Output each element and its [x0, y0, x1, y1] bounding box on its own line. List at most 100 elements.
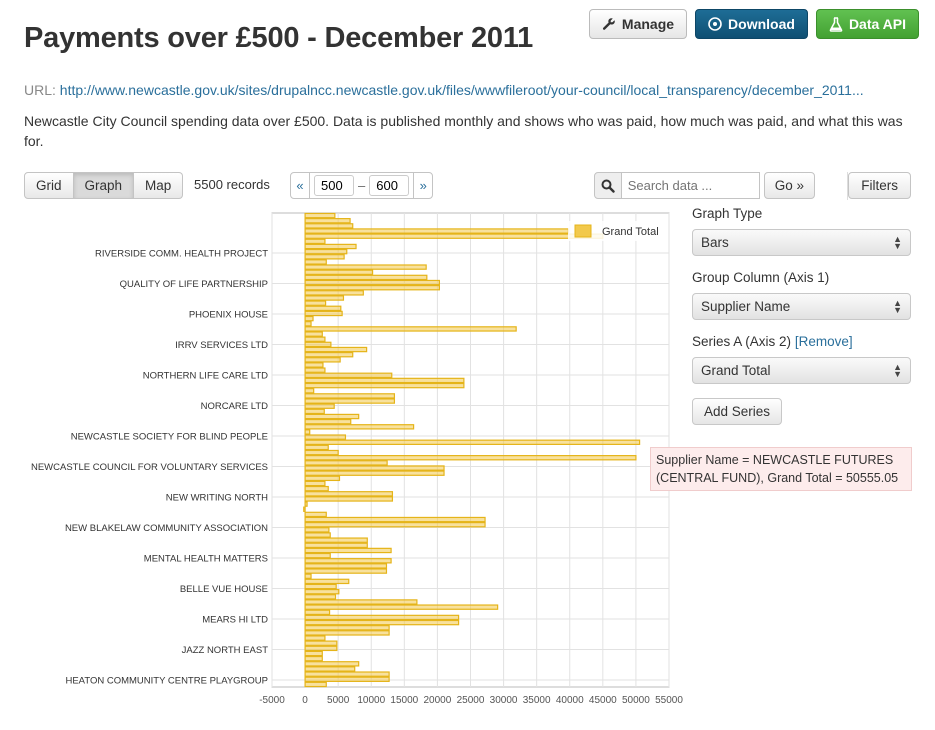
bar [304, 619, 460, 626]
range-from-input[interactable] [314, 175, 354, 196]
search-input[interactable] [621, 172, 760, 199]
view-map-button[interactable]: Map [134, 172, 184, 199]
data-api-label: Data API [848, 16, 906, 32]
search-form: Go » [593, 172, 815, 199]
filters-button[interactable]: Filters [848, 172, 911, 199]
bar-chart: -5000 0 5000 10000 15000 20000 25000 30000 35000… [31, 212, 683, 706]
x-tick-label: 20000 [424, 695, 452, 706]
pager-next-button[interactable]: » [413, 172, 434, 199]
bar [304, 233, 604, 239]
bar [304, 491, 394, 497]
category-label: NEWCASTLE COUNCIL FOR VOLUNTARY SERVICES [31, 462, 268, 473]
go-button[interactable]: Go » [763, 172, 815, 199]
bar [304, 455, 637, 461]
category-label: BELLE VUE HOUSE [180, 584, 268, 595]
bar [304, 424, 415, 430]
flask-icon [829, 16, 843, 32]
category-label: NEW WRITING NORTH [166, 493, 268, 504]
bar [304, 305, 342, 312]
bar [304, 547, 392, 554]
category-label: NORCARE LTD [201, 401, 269, 412]
bar [304, 346, 368, 353]
bar [304, 480, 326, 487]
category-label: NEWCASTLE SOCIETY FOR BLIND PEOPLE [71, 432, 268, 443]
bar [304, 248, 348, 255]
graph-type-select[interactable]: Bars ▲ ▼ [692, 229, 911, 256]
description: Newcastle City Council spending data ove… [24, 113, 903, 149]
bar [304, 341, 332, 348]
bar [304, 403, 335, 409]
category-label: QUALITY OF LIFE PARTNERSHIP [120, 279, 268, 290]
group-column-select[interactable]: Supplier Name ▲ ▼ [692, 293, 911, 320]
bar [304, 372, 393, 379]
legend-label: Grand Total [602, 226, 659, 238]
bar [304, 599, 418, 605]
bar [304, 650, 323, 657]
group-column-label: Group Column (Axis 1) [692, 270, 830, 285]
range-to-input[interactable] [369, 175, 410, 196]
bar [304, 418, 352, 425]
bar [304, 434, 347, 440]
download-label: Download [728, 16, 795, 32]
x-tick-label: 0 [302, 695, 308, 706]
x-tick-label: 45000 [589, 695, 617, 706]
url-link[interactable]: http://www.newcastle.gov.uk/sites/drupal… [60, 82, 864, 98]
x-tick-label: 5000 [327, 695, 350, 706]
bar [304, 315, 314, 322]
graph-type-label: Graph Type [692, 206, 763, 221]
bar [304, 444, 329, 451]
bar [304, 681, 327, 688]
bar [304, 413, 360, 420]
bar [304, 671, 390, 677]
add-series-button[interactable]: Add Series [692, 398, 783, 425]
manage-button[interactable]: Manage [588, 9, 688, 39]
bar [304, 655, 323, 662]
bar [304, 388, 315, 394]
bar [304, 537, 368, 543]
bar [304, 243, 357, 250]
range-separator: – [358, 178, 366, 193]
category-label: HEATON COMMUNITY CENTRE PLAYGROUP [65, 676, 268, 687]
x-tick-label: 15000 [390, 695, 418, 706]
bar [304, 382, 465, 389]
category-label: MENTAL HEALTH MATTERS [144, 554, 268, 565]
category-label: JAZZ NORTH EAST [182, 645, 269, 656]
chart-tooltip: Supplier Name = NEWCASTLE FUTURES (CENTR… [650, 447, 912, 491]
top-actions: Manage Download Data API [588, 9, 919, 39]
bar [304, 640, 338, 646]
bar [304, 290, 364, 296]
bar [304, 228, 570, 234]
view-grid-button[interactable]: Grid [24, 172, 74, 199]
bar [304, 393, 396, 399]
bar [304, 357, 341, 363]
bar [304, 666, 356, 672]
url-label: URL: [24, 82, 56, 98]
category-label: NORTHERN LIFE CARE LTD [143, 371, 268, 382]
x-tick-label: 30000 [490, 695, 518, 706]
bar [304, 212, 336, 219]
bar [304, 351, 354, 358]
bar [304, 218, 351, 224]
bar [304, 377, 465, 384]
bar [304, 259, 327, 265]
download-button[interactable]: Download [695, 9, 808, 39]
bar [304, 496, 394, 502]
series-a-select[interactable]: Grand Total ▲ ▼ [692, 357, 911, 384]
data-api-button[interactable]: Data API [815, 9, 919, 39]
record-count: 5500 records [194, 177, 270, 192]
bar [304, 521, 486, 528]
bar [304, 321, 312, 327]
bar [304, 326, 517, 332]
graph-type-value: Bars [701, 235, 729, 250]
bar [304, 558, 392, 564]
bar [304, 516, 486, 523]
pager-prev-button[interactable]: « [290, 172, 310, 199]
wrench-icon [602, 17, 616, 31]
bar [304, 661, 360, 667]
x-tick-label: 50000 [622, 695, 650, 706]
search-icon [593, 172, 622, 199]
bar [304, 398, 396, 404]
remove-series-link[interactable]: [Remove] [795, 334, 853, 349]
view-graph-button[interactable]: Graph [73, 172, 135, 199]
bar [304, 573, 312, 579]
